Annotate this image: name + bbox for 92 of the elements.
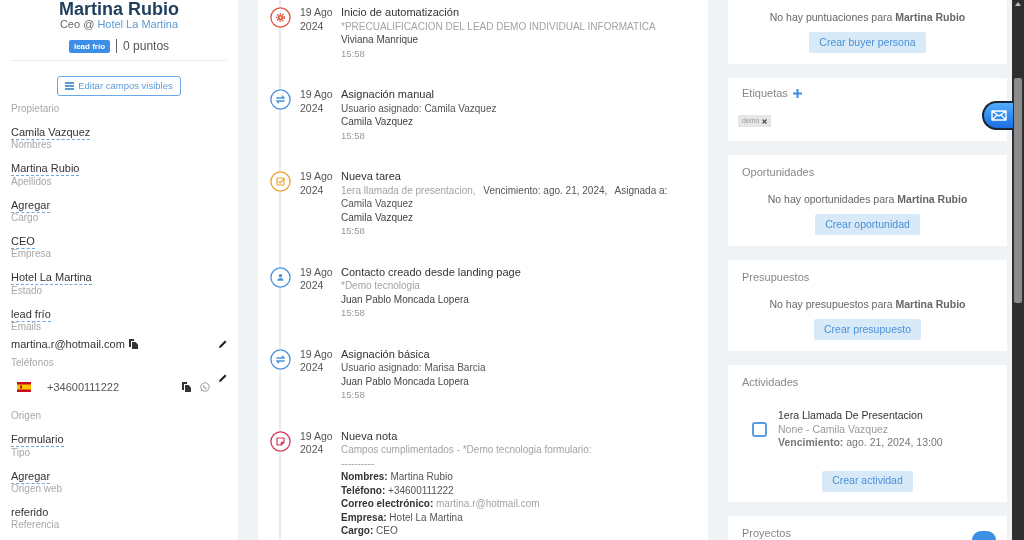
field-value[interactable]: Formulario bbox=[11, 432, 64, 448]
swap-arrows-icon bbox=[270, 89, 291, 110]
contact-role: Ceo @ Hotel La Martina bbox=[58, 18, 180, 31]
field-value[interactable]: lead frío bbox=[11, 306, 51, 322]
scrollbar[interactable] bbox=[1012, 0, 1024, 540]
event-date: 19 Ago 2024 bbox=[300, 6, 334, 34]
note-separator: ---------- bbox=[341, 456, 376, 470]
scroll-up-icon[interactable] bbox=[1015, 2, 1021, 6]
field-value[interactable]: CEO bbox=[11, 234, 35, 249]
checklist-icon bbox=[270, 171, 291, 192]
field-label: Teléfonos bbox=[11, 356, 55, 371]
field-label: Nombres bbox=[11, 138, 53, 153]
event-description: Campos cumplimentados - *Demo tecnologia formulario: bbox=[341, 443, 593, 457]
activity-title: 1era Llamada De Presentacion bbox=[778, 409, 924, 423]
event-title: Asignación manual bbox=[341, 88, 435, 102]
event-date: 19 Ago 2024 bbox=[300, 347, 334, 375]
field-label: Empresa bbox=[11, 247, 52, 262]
field-label: Apellidos bbox=[11, 174, 53, 189]
copy-icon[interactable] bbox=[182, 382, 191, 393]
event-title: Asignación básica bbox=[341, 347, 431, 361]
field-label: Emails bbox=[11, 319, 42, 334]
user-icon bbox=[270, 266, 291, 288]
scrollbar-thumb[interactable] bbox=[1014, 78, 1022, 303]
swap-arrows-icon bbox=[270, 348, 291, 370]
event-description: 1era llamada de presentacion, Vencimiento: ago. 21, 2024, Asignada a: Camila Vazquez bbox=[341, 183, 669, 211]
event-description: Usuario asignado: Marisa Barcia bbox=[341, 361, 487, 375]
event-description: *Demo tecnologia bbox=[341, 279, 421, 293]
field-label: Cargo bbox=[11, 211, 40, 225]
event-date: 19 Ago 2024 bbox=[300, 170, 334, 198]
note-field: Empresa: Hotel La Martina bbox=[341, 510, 696, 524]
field-value[interactable]: Hotel La Martina bbox=[11, 270, 92, 286]
field-value[interactable]: Camila Vazquez bbox=[11, 125, 91, 140]
field-value[interactable]: Agregar bbox=[11, 468, 51, 484]
event-date: 19 Ago 2024 bbox=[300, 265, 334, 293]
envelope-icon bbox=[990, 110, 1007, 121]
event-time: 15:58 bbox=[341, 46, 366, 60]
contact-name: Martina Rubio bbox=[58, 0, 180, 18]
event-time: 15:58 bbox=[341, 388, 366, 402]
panel-title: Oportunidades bbox=[742, 165, 815, 179]
event-time: 15:58 bbox=[341, 224, 366, 238]
empty-message: No hay oportunidades para Martina Rubio bbox=[766, 192, 969, 206]
note-field: Nombres: Martina Rubio bbox=[341, 470, 696, 484]
pencil-icon[interactable] bbox=[219, 340, 227, 349]
task-checkbox[interactable] bbox=[752, 421, 767, 437]
note-icon bbox=[270, 430, 291, 452]
event-author: Camila Vazquez bbox=[341, 210, 415, 224]
status-badge: lead frío bbox=[68, 39, 111, 53]
field-label: Referencia bbox=[11, 518, 61, 533]
event-title: Inicio de automatización bbox=[341, 6, 460, 20]
event-title: Nueva tarea bbox=[341, 170, 402, 184]
pencil-icon[interactable] bbox=[219, 374, 227, 383]
field-label: Tipo bbox=[11, 445, 32, 460]
note-field: Cargo: CEO bbox=[341, 524, 696, 538]
points-label: 0 puntos bbox=[123, 39, 170, 53]
panel-title: Proyectos bbox=[742, 525, 791, 540]
event-date: 19 Ago 2024 bbox=[300, 88, 334, 116]
panel-title: Actividades bbox=[742, 375, 799, 389]
event-title: Nueva nota bbox=[341, 429, 399, 443]
activity-due: Vencimiento: ago. 21, 2024, 13:00 bbox=[778, 436, 943, 450]
remove-icon[interactable] bbox=[761, 118, 767, 124]
panel-title: Presupuestos bbox=[742, 270, 810, 284]
list-icon bbox=[65, 82, 75, 90]
flag-icon bbox=[17, 382, 31, 393]
copy-icon[interactable] bbox=[128, 339, 138, 350]
floating-button[interactable] bbox=[972, 531, 996, 540]
note-field: Correo electrónico: martina.r@hotmail.com bbox=[341, 497, 696, 511]
event-author: Camila Vazquez bbox=[341, 115, 415, 129]
event-description: *PRECUALIFICACION DEL LEAD DEMO INDIVIDUAL INFORMATICA bbox=[341, 19, 657, 33]
gear-icon bbox=[270, 7, 291, 28]
field-label: Propietario bbox=[11, 102, 61, 116]
note-field: Teléfono: +34600111222 bbox=[341, 483, 696, 497]
event-time: 15:58 bbox=[341, 306, 366, 320]
plus-icon[interactable] bbox=[792, 88, 802, 98]
event-time: 15:58 bbox=[341, 128, 366, 142]
panel-title: Etiquetas bbox=[742, 86, 788, 100]
email-value: martina.r@hotmail.com bbox=[11, 337, 125, 352]
event-date: 19 Ago 2024 bbox=[300, 429, 334, 457]
field-value[interactable]: Agregar bbox=[11, 197, 51, 213]
event-author: Viviana Manrique bbox=[341, 33, 420, 47]
event-author: Juan Pablo Moncada Lopera bbox=[341, 374, 470, 388]
field-label: Origen bbox=[11, 409, 42, 424]
activity-owner: None - Camila Vazquez bbox=[778, 422, 890, 436]
phone-value: +34600111222 bbox=[47, 380, 120, 395]
field-label: Estado bbox=[11, 283, 44, 298]
empty-message: No hay puntuaciones para Martina Rubio bbox=[768, 10, 967, 24]
event-author: Juan Pablo Moncada Lopera bbox=[341, 292, 470, 306]
event-title: Contacto creado desde landing page bbox=[341, 265, 522, 279]
event-description: Usuario asignado: Camila Vazquez bbox=[341, 101, 498, 115]
empty-message: No hay presupuestos para Martina Rubio bbox=[768, 297, 967, 311]
field-label: Origen web bbox=[11, 482, 64, 496]
field-value: referido bbox=[11, 505, 49, 518]
field-value[interactable]: Martina Rubio bbox=[11, 161, 80, 177]
